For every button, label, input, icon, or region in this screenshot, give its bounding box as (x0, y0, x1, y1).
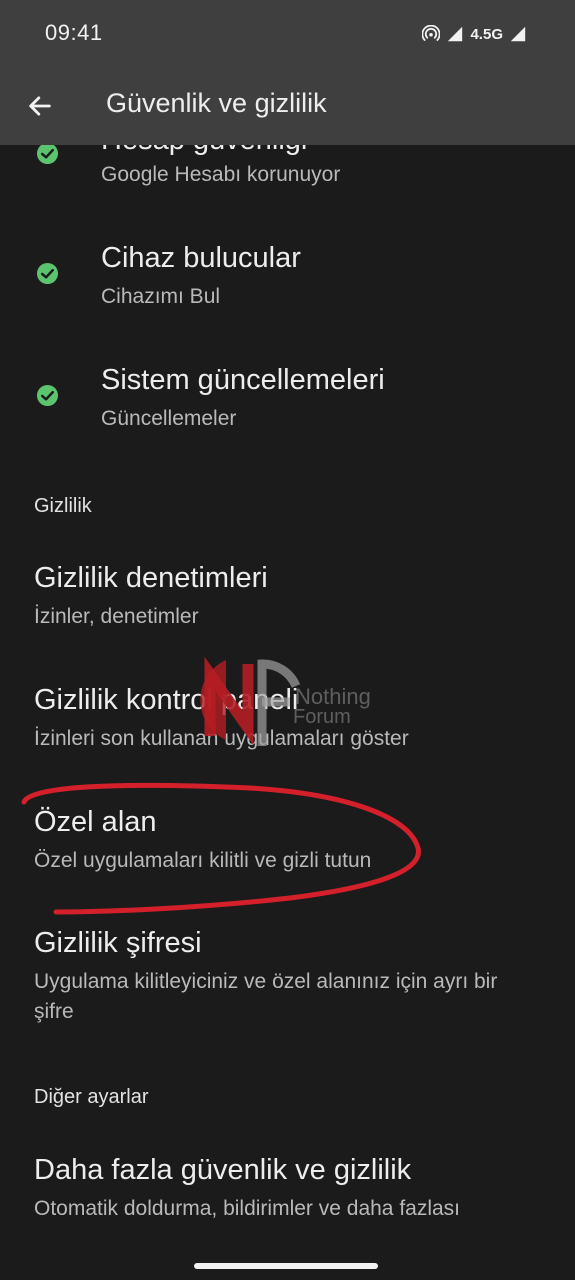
list-item-subtitle: Uygulama kilitleyiciniz ve özel alanınız… (34, 970, 498, 1023)
section-header-privacy: Gizlilik (34, 495, 92, 517)
list-item-more-security-privacy[interactable]: Daha fazla güvenlik ve gizlilik Otomatik… (0, 1140, 575, 1240)
page-title: Güvenlik ve gizlilik (106, 88, 327, 118)
settings-screen: Hesap güvenliği Google Hesabı korunuyor … (0, 0, 575, 1280)
list-item-device-finders[interactable]: Cihaz bulucular Cihazımı Bul (0, 228, 575, 328)
app-bar: 09:41 4.5G Güvenlik ve gizlilik (0, 0, 575, 145)
list-item-subtitle: Özel uygulamaları kilitli ve gizli tutun (34, 849, 372, 872)
list-item-title: Cihaz bulucular (101, 242, 301, 274)
arrow-back-icon (29, 96, 51, 116)
list-item-subtitle: Otomatik doldurma, bildirimler ve daha f… (34, 1197, 461, 1220)
list-item-private-space[interactable]: Özel alan Özel uygulamaları kilitli ve g… (0, 792, 575, 892)
home-indicator[interactable] (194, 1263, 378, 1269)
signal-icon (510, 26, 526, 42)
section-header-other-settings: Diğer ayarlar (34, 1086, 149, 1108)
list-item-title: Gizlilik denetimleri (34, 562, 268, 594)
list-item-privacy-controls[interactable]: Gizlilik denetimleri İzinler, denetimler (0, 548, 575, 648)
status-time: 09:41 (45, 20, 103, 45)
list-item-title: Gizlilik şifresi (34, 927, 202, 959)
list-item-subtitle: İzinler, denetimler (34, 605, 199, 628)
hotspot-icon (422, 25, 441, 41)
watermark-text: Forum (293, 706, 351, 728)
signal-icon (448, 26, 463, 42)
list-item-subtitle: Cihazımı Bul (101, 285, 221, 308)
check-circle-icon (36, 142, 59, 165)
network-type-label: 4.5G (470, 25, 503, 43)
list-item-privacy-dashboard[interactable]: Gizlilik kontrol paneli İzinleri son kul… (0, 670, 575, 770)
list-item-privacy-password[interactable]: Gizlilik şifresi Uygulama kilitleyiciniz… (0, 913, 575, 1033)
list-item-title: Gizlilik kontrol paneli (34, 684, 299, 716)
list-item-title: Özel alan (34, 806, 157, 838)
back-button[interactable] (22, 88, 58, 124)
list-item-title: Daha fazla güvenlik ve gizlilik (34, 1154, 412, 1186)
list-item-subtitle: Google Hesabı korunuyor (101, 163, 341, 186)
list-item-subtitle: Güncellemeler (101, 407, 237, 430)
settings-list[interactable]: Hesap güvenliği Google Hesabı korunuyor … (0, 0, 575, 1280)
list-item-subtitle: İzinleri son kullanan uygulamaları göste… (34, 727, 409, 750)
list-item-title: Sistem güncellemeleri (101, 364, 385, 396)
check-circle-icon (36, 384, 59, 407)
check-circle-icon (36, 262, 59, 285)
status-icons: 4.5G (422, 22, 527, 46)
list-item-system-updates[interactable]: Sistem güncellemeleri Güncellemeler (0, 350, 575, 450)
